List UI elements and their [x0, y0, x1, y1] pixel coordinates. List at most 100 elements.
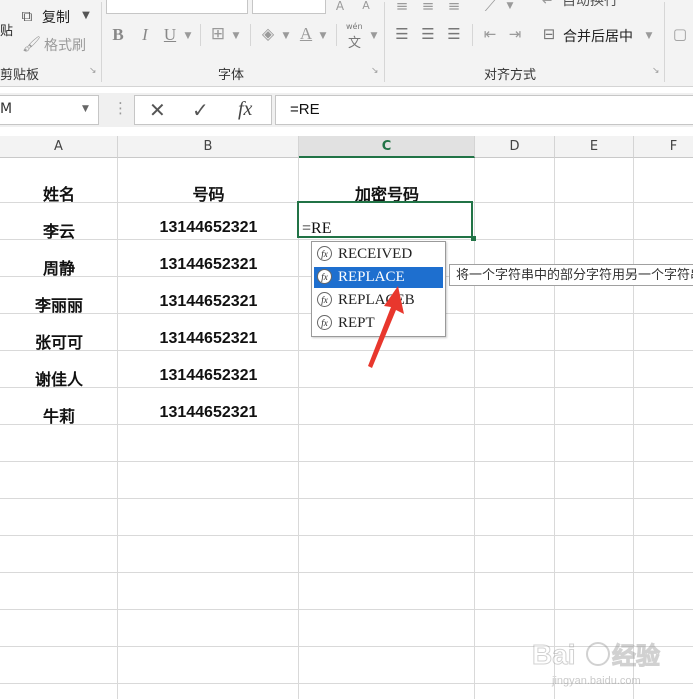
divider	[250, 24, 251, 46]
format-painter-icon: 🖌	[22, 35, 42, 53]
copy-label: 复制	[42, 10, 70, 26]
wrap-text-label: 自动换行	[562, 0, 618, 9]
border-icon[interactable]: ⊞	[208, 24, 228, 44]
bottom-align-icon[interactable]: ≡	[444, 0, 464, 16]
function-icon: fx	[317, 292, 332, 307]
enter-icon[interactable]: ✓	[192, 98, 209, 122]
column-header-c[interactable]: C	[299, 136, 475, 158]
annotation-arrow-icon	[368, 286, 404, 368]
more-icon: ⋮	[113, 99, 128, 117]
wrap-text-button[interactable]: ↵ 自动换行	[540, 0, 660, 9]
formula-buttons: ✕ ✓ fx	[134, 95, 272, 125]
cell-header-name[interactable]: 姓名	[0, 181, 118, 205]
merge-center-button[interactable]: ⊟ 合并后居中	[540, 24, 660, 46]
gridline	[0, 572, 693, 573]
font-size-box[interactable]	[252, 0, 326, 14]
svg-text:经验: 经验	[612, 642, 660, 670]
cell-name[interactable]: 李丽丽	[0, 292, 118, 316]
clipboard-launcher-icon[interactable]: ↘	[89, 66, 97, 76]
divider	[336, 24, 337, 46]
font-name-box[interactable]	[106, 0, 248, 14]
increase-font-icon[interactable]: A	[332, 0, 348, 16]
font-color-icon[interactable]: A	[297, 24, 315, 44]
font-launcher-icon[interactable]: ↘	[371, 66, 379, 76]
active-cell[interactable]: =RE	[297, 201, 473, 238]
copy-icon: ⧉	[21, 7, 33, 25]
function-tooltip: 将一个字符串中的部分字符用另一个字符串替换	[449, 264, 693, 286]
top-align-icon[interactable]: ≡	[392, 0, 412, 16]
increase-indent-icon[interactable]: ⇥	[505, 24, 525, 44]
wrap-text-icon: ↵	[541, 0, 555, 9]
paste-button[interactable]: 贴	[0, 20, 13, 39]
underline-dropdown-icon[interactable]: ▼	[182, 26, 194, 46]
format-painter-button[interactable]: 🖌 格式刷	[22, 34, 102, 54]
svg-text:Bai: Bai	[532, 639, 576, 670]
divider	[384, 2, 385, 82]
cell-header-phone[interactable]: 号码	[118, 181, 299, 205]
formula-value: =RE	[290, 101, 320, 118]
cell-phone[interactable]: 13144652321	[118, 219, 299, 237]
name-box[interactable]: M ▼	[0, 95, 99, 125]
fill-color-icon[interactable]: ◈	[258, 24, 278, 44]
name-box-value: M	[0, 101, 13, 117]
cell-name[interactable]: 周静	[0, 255, 118, 279]
decrease-font-icon[interactable]: A	[358, 0, 374, 16]
column-header-a[interactable]: A	[0, 136, 118, 158]
formula-bar: M ▼ ⋮ ✕ ✓ fx =RE	[0, 93, 693, 127]
gridline	[0, 535, 693, 536]
autocomplete-label: RECEIVED	[338, 246, 413, 262]
insert-function-icon[interactable]: fx	[238, 98, 252, 121]
column-header-b[interactable]: B	[118, 136, 299, 158]
phonetic-top: wén	[346, 22, 363, 31]
cell-phone[interactable]: 13144652321	[118, 256, 299, 274]
merge-center-label: 合并后居中	[563, 29, 633, 45]
cell-phone[interactable]: 13144652321	[118, 330, 299, 348]
formula-input[interactable]: =RE	[275, 95, 693, 125]
svg-text:jingyan.baidu.com: jingyan.baidu.com	[551, 675, 641, 687]
gridline	[0, 498, 693, 499]
fill-handle[interactable]	[471, 236, 476, 241]
orientation-dropdown-icon[interactable]: ▼	[505, 0, 515, 16]
cancel-icon[interactable]: ✕	[149, 98, 166, 122]
divider	[472, 24, 473, 46]
cell-name[interactable]: 谢佳人	[0, 366, 118, 390]
name-box-dropdown-icon[interactable]: ▼	[82, 104, 89, 114]
bold-button[interactable]: B	[110, 25, 126, 45]
clipboard-group-label: 剪贴板	[0, 68, 40, 83]
merge-dropdown-icon[interactable]: ▼	[644, 26, 654, 46]
italic-button[interactable]: I	[137, 25, 153, 45]
fill-dropdown-icon[interactable]: ▼	[281, 26, 291, 46]
gridline	[0, 461, 693, 462]
align-left-icon[interactable]: ☰	[392, 24, 412, 44]
phonetic-button[interactable]: wén 文	[345, 22, 367, 51]
cell-phone[interactable]: 13144652321	[118, 367, 299, 385]
cell-name[interactable]: 张可可	[0, 329, 118, 353]
watermark-logo: Bai 经验 jingyan.baidu.com	[530, 630, 690, 690]
align-right-icon[interactable]: ☰	[444, 24, 464, 44]
border-dropdown-icon[interactable]: ▼	[231, 26, 241, 46]
phonetic-bottom: 文	[348, 36, 362, 51]
column-header-e[interactable]: E	[555, 136, 634, 158]
orientation-icon[interactable]: ⟋	[480, 0, 500, 16]
cell-phone[interactable]: 13144652321	[118, 404, 299, 422]
phonetic-dropdown-icon[interactable]: ▼	[369, 26, 379, 46]
align-group-label: 对齐方式	[484, 68, 537, 83]
cell-name[interactable]: 牛莉	[0, 403, 118, 427]
function-icon: fx	[317, 315, 332, 330]
copy-button[interactable]: ⧉ 复制 ▼	[18, 6, 98, 26]
font-color-dropdown-icon[interactable]: ▼	[318, 26, 328, 46]
function-icon: fx	[317, 269, 332, 284]
autocomplete-item[interactable]: fx RECEIVED	[314, 244, 443, 265]
middle-align-icon[interactable]: ≡	[418, 0, 438, 16]
divider	[200, 24, 201, 46]
number-format-icon[interactable]: ▢	[670, 24, 690, 44]
divider	[664, 2, 665, 82]
cell-name[interactable]: 李云	[0, 218, 118, 242]
underline-button[interactable]: U	[162, 25, 178, 45]
decrease-indent-icon[interactable]: ⇤	[480, 24, 500, 44]
column-header-f[interactable]: F	[634, 136, 693, 158]
column-header-d[interactable]: D	[475, 136, 555, 158]
cell-phone[interactable]: 13144652321	[118, 293, 299, 311]
align-center-icon[interactable]: ☰	[418, 24, 438, 44]
align-launcher-icon[interactable]: ↘	[652, 66, 660, 76]
